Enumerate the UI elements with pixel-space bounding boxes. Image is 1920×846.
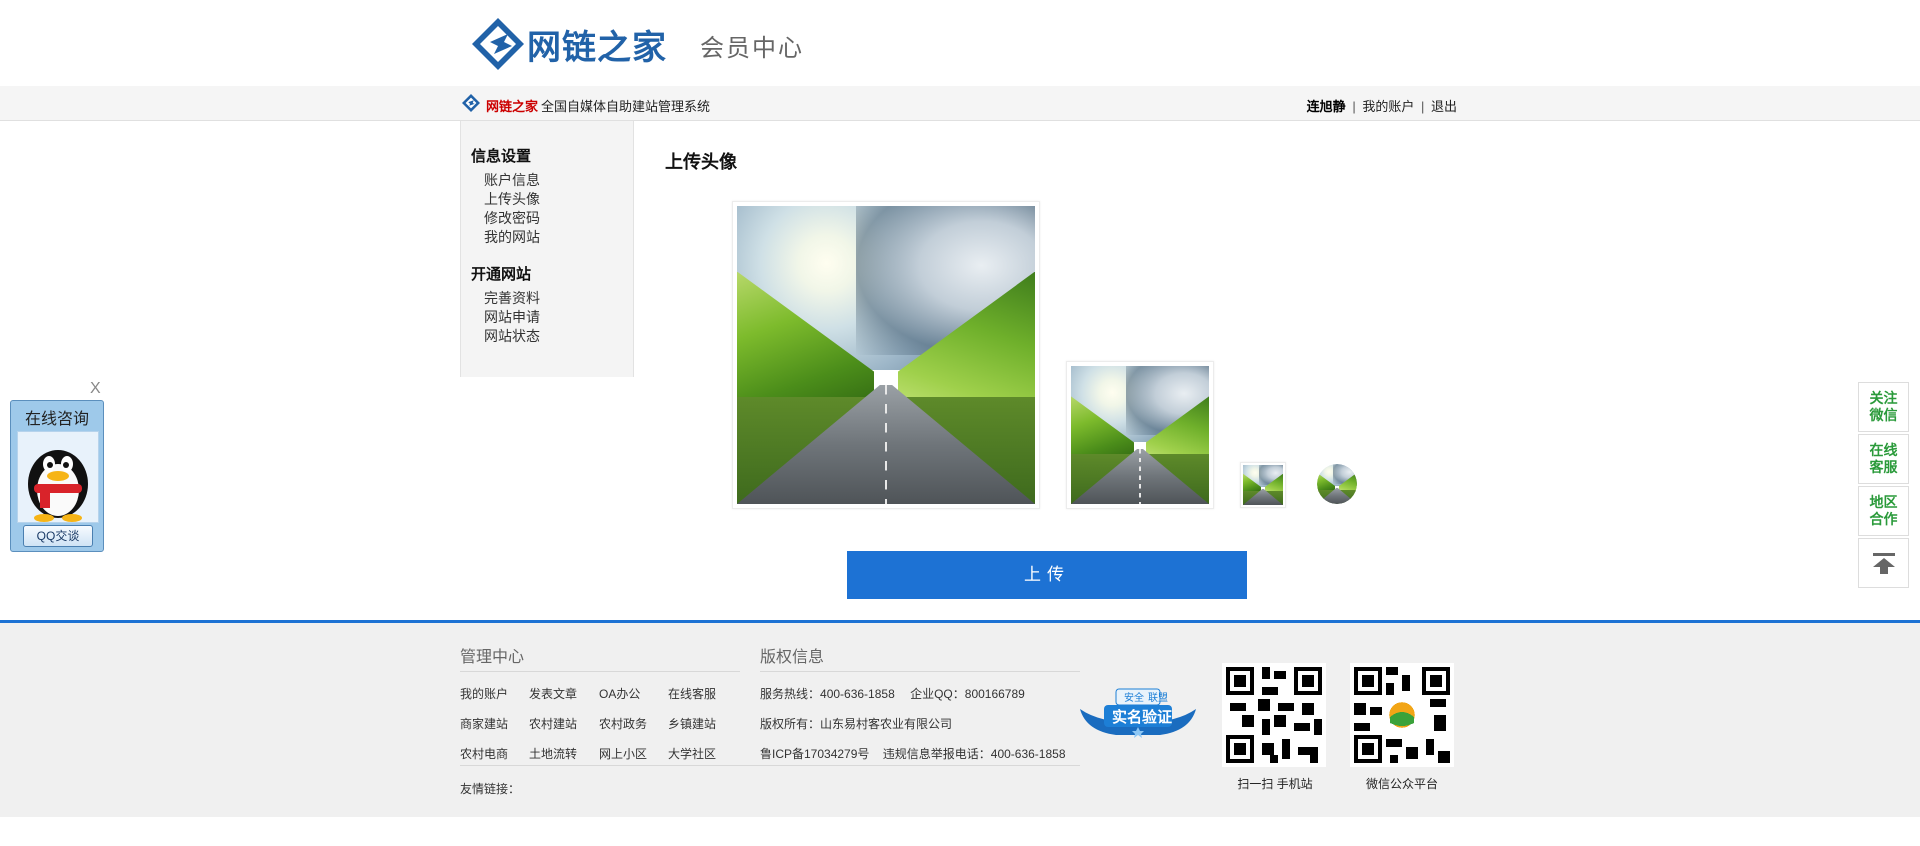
enterprise-qq-label: 企业QQ： <box>910 687 965 701</box>
sidebar: 信息设置 账户信息 上传头像 修改密码 我的网站 开通网站 完善资料 网站申请 … <box>460 121 634 377</box>
sidebar-group-title: 信息设置 <box>471 147 532 165</box>
footer-mgmt-title: 管理中心 <box>460 649 525 666</box>
online-service-label: 在线客服 <box>1869 442 1898 475</box>
qq-chat-button[interactable]: QQ交谈 <box>23 525 93 547</box>
follow-wechat-button[interactable]: 关注微信 <box>1858 382 1909 432</box>
badge-top-text: 安全 <box>1124 691 1144 704</box>
report-phone-label: 违规信息举报电话： <box>882 747 991 761</box>
copyright-owner: 版权所有：山东易村客农业有限公司 <box>760 715 952 732</box>
qq-consult-widget: 在线咨询 QQ交谈 <box>10 400 104 552</box>
sidebar-item-complete-profile[interactable]: 完善资料 <box>484 289 540 308</box>
section-title: 会员中心 <box>700 34 804 62</box>
report-phone-number: 400-636-1858 <box>990 747 1066 761</box>
footer-link-rural-site[interactable]: 农村建站 <box>529 715 577 732</box>
right-float-bar: 关注微信 在线客服 地区合作 <box>1858 382 1909 590</box>
upload-button[interactable]: 上传 <box>847 551 1247 599</box>
qr-code-icon <box>1350 663 1454 767</box>
regional-cooperation-label: 地区合作 <box>1869 494 1898 527</box>
footer-divider <box>460 765 1080 766</box>
qr-code-icon <box>1222 663 1326 767</box>
service-hotline: 服务热线：400-636-1858 企业QQ：800166789 <box>760 685 1025 702</box>
user-links: 连旭静 | 我的账户 | 退出 <box>1307 96 1457 115</box>
footer-link-town-site[interactable]: 乡镇建站 <box>668 715 716 732</box>
service-hotline-number: 400-636-1858 <box>820 687 895 701</box>
my-account-link[interactable]: 我的账户 <box>1362 99 1414 114</box>
separator: | <box>1352 99 1356 114</box>
sidebar-item-change-password[interactable]: 修改密码 <box>484 209 540 228</box>
arrow-up-icon <box>1872 553 1895 574</box>
sidebar-item-upload-avatar[interactable]: 上传头像 <box>484 190 540 209</box>
mobile-site-qr-caption: 扫一扫 手机站 <box>1237 777 1313 791</box>
sidebar-item-site-status[interactable]: 网站状态 <box>484 327 540 346</box>
sidebar-group-info-settings: 信息设置 账户信息 上传头像 修改密码 我的网站 <box>471 145 540 247</box>
sidebar-item-account-info[interactable]: 账户信息 <box>484 171 540 190</box>
avatar-preview-small <box>1240 462 1286 508</box>
sidebar-item-site-application[interactable]: 网站申请 <box>484 308 540 327</box>
footer-link-my-account[interactable]: 我的账户 <box>460 685 508 702</box>
copyright-owner-name: 山东易村客农业有限公司 <box>820 717 953 731</box>
footer-link-university-community[interactable]: 大学社区 <box>668 745 716 762</box>
avatar-preview-large[interactable] <box>732 201 1040 509</box>
qq-penguin-icon <box>17 431 99 523</box>
logo-mark-icon <box>472 18 524 70</box>
qq-widget-title: 在线咨询 <box>24 411 89 428</box>
mobile-site-qr-code <box>1222 663 1326 767</box>
service-hotline-label: 服务热线： <box>760 687 821 701</box>
topbar-brand: 网链之家 <box>486 99 539 114</box>
logout-link[interactable]: 退出 <box>1431 99 1457 114</box>
footer-link-online-service[interactable]: 在线客服 <box>668 685 716 702</box>
site-footer: 管理中心 我的账户 发表文章 OA办公 在线客服 商家建站 农村建站 农村政务 … <box>0 620 1920 817</box>
sidebar-group-open-website: 开通网站 完善资料 网站申请 网站状态 <box>471 263 540 346</box>
follow-wechat-label: 关注微信 <box>1869 390 1898 423</box>
real-name-verification-badge[interactable]: 安全 联盟 实名验证 <box>1076 685 1200 741</box>
footer-copyright-title: 版权信息 <box>760 649 825 666</box>
footer-link-land-transfer[interactable]: 土地流转 <box>529 745 577 762</box>
avatar-preview-medium <box>1066 361 1214 509</box>
enterprise-qq-number: 800166789 <box>964 687 1025 701</box>
site-header: 网链之家 会员中心 <box>0 0 1920 86</box>
sidebar-group-title: 开通网站 <box>471 265 532 283</box>
footer-divider <box>460 671 740 672</box>
footer-link-post-article[interactable]: 发表文章 <box>529 685 577 702</box>
separator: | <box>1420 99 1425 114</box>
badge-main-text: 实名验证 <box>1112 708 1172 726</box>
back-to-top-button[interactable] <box>1858 538 1909 588</box>
regional-cooperation-button[interactable]: 地区合作 <box>1858 486 1909 536</box>
footer-link-oa-office[interactable]: OA办公 <box>599 685 640 702</box>
topbar-system-name: 全国自媒体自助建站管理系统 <box>541 99 711 114</box>
small-logo-icon <box>462 94 480 112</box>
icp-and-report: 鲁ICP备17034279号 违规信息举报电话：400-636-1858 <box>760 745 1066 762</box>
footer-link-merchant-site[interactable]: 商家建站 <box>460 715 508 732</box>
friend-links-label: 友情链接： <box>460 782 521 796</box>
avatar-preview-circle <box>1317 464 1357 504</box>
wechat-qr-caption: 微信公众平台 <box>1365 777 1438 791</box>
page-title: 上传头像 <box>665 152 737 173</box>
top-bar: 网链之家 全国自媒体自助建站管理系统 连旭静 | 我的账户 | 退出 <box>0 86 1920 121</box>
shield-badge-icon: 安全 联盟 实名验证 <box>1080 688 1196 738</box>
icp-number[interactable]: 鲁ICP备17034279号 <box>760 747 869 761</box>
footer-divider <box>760 671 1080 672</box>
footer-link-rural-ecommerce[interactable]: 农村电商 <box>460 745 508 762</box>
footer-link-rural-affairs[interactable]: 农村政务 <box>599 715 647 732</box>
username[interactable]: 连旭静 <box>1307 99 1346 114</box>
logo-text[interactable]: 网链之家 <box>527 20 667 69</box>
online-service-button[interactable]: 在线客服 <box>1858 434 1909 484</box>
qq-widget-close-button[interactable]: X <box>90 380 101 398</box>
wechat-qr-code <box>1350 663 1454 767</box>
copyright-owner-label: 版权所有： <box>760 717 821 731</box>
badge-mid-text: 联盟 <box>1148 692 1168 704</box>
sidebar-item-my-website[interactable]: 我的网站 <box>484 228 540 247</box>
footer-link-online-community[interactable]: 网上小区 <box>599 745 647 762</box>
